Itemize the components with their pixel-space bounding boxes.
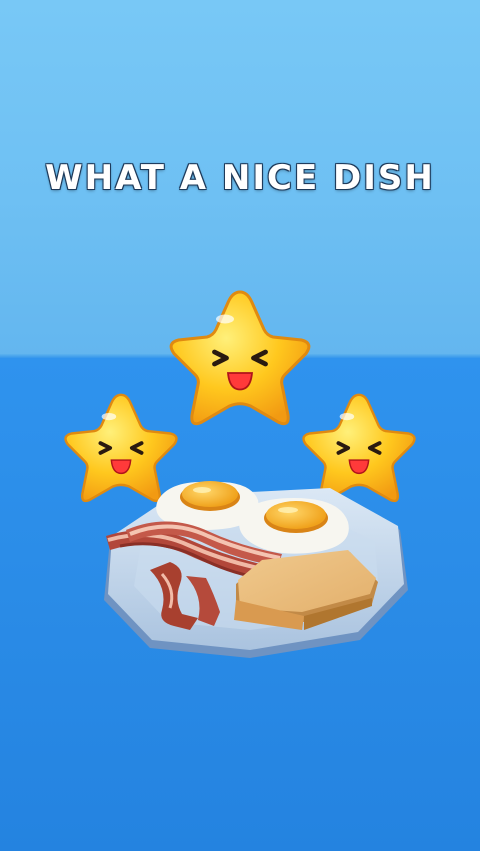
- result-message: WHAT A NICE DISH: [45, 158, 435, 198]
- breakfast-dish: [90, 470, 420, 670]
- rating-star-center-icon: [165, 286, 315, 430]
- game-scene: WHAT A NICE DISH: [0, 0, 480, 851]
